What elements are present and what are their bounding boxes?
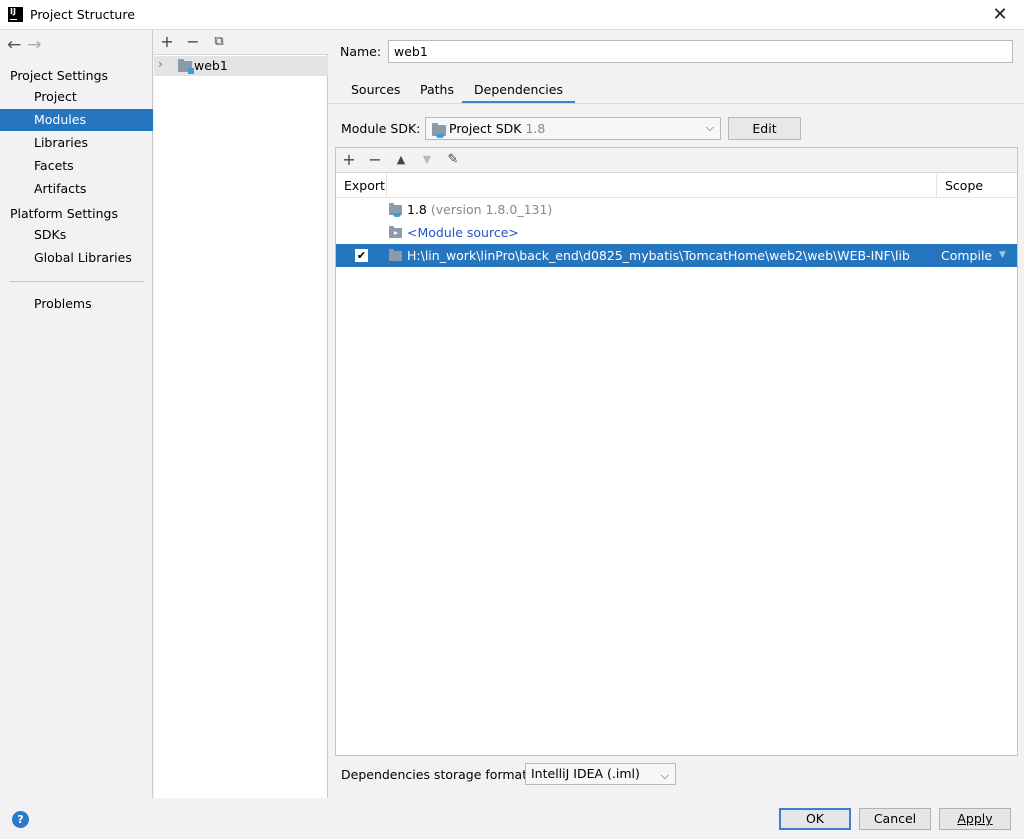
storage-format-label: Dependencies storage format: bbox=[341, 767, 532, 782]
scope-dropdown-icon[interactable]: ▼ bbox=[999, 244, 1006, 267]
dependencies-toolbar: + − ▲ ▼ ✎ bbox=[336, 148, 1017, 173]
help-icon[interactable]: ? bbox=[12, 811, 29, 828]
nav-item-project[interactable]: Project bbox=[0, 86, 153, 108]
add-icon[interactable]: + bbox=[157, 32, 177, 52]
title-bar: IJ Project Structure ✕ bbox=[0, 0, 1024, 30]
column-divider bbox=[386, 174, 387, 198]
table-row[interactable]: ✔ H:\lin_work\linPro\back_end\d0825_myba… bbox=[336, 244, 1017, 267]
dependency-name: <Module source> bbox=[407, 225, 519, 240]
storage-format-select[interactable]: IntelliJ IDEA (.iml) ⌵ bbox=[525, 763, 676, 785]
module-name-input[interactable]: web1 bbox=[388, 40, 1013, 63]
chevron-down-icon: ⌵ bbox=[705, 121, 714, 134]
close-icon[interactable]: ✕ bbox=[984, 0, 1016, 30]
window-title: Project Structure bbox=[30, 7, 135, 22]
forward-arrow-icon[interactable]: → bbox=[27, 35, 47, 55]
storage-format-value: IntelliJ IDEA (.iml) bbox=[531, 766, 640, 781]
module-details: Name: web1 Sources Paths Dependencies Mo… bbox=[329, 30, 1024, 798]
name-label: Name: bbox=[340, 44, 382, 59]
module-sdk-label: Module SDK: bbox=[341, 121, 421, 136]
sdk-folder-icon bbox=[432, 123, 446, 138]
module-source-icon bbox=[389, 226, 402, 238]
nav-item-modules[interactable]: Modules bbox=[0, 109, 153, 131]
copy-icon[interactable]: ⧉ bbox=[209, 32, 229, 52]
project-settings-heading: Project Settings bbox=[10, 68, 109, 83]
remove-dependency-icon[interactable]: − bbox=[365, 150, 385, 170]
export-column-header[interactable]: Export bbox=[344, 178, 385, 193]
scope-value[interactable]: Compile bbox=[941, 244, 992, 267]
nav-item-facets[interactable]: Facets bbox=[0, 155, 153, 177]
history-nav: ←→ bbox=[7, 35, 48, 55]
tab-paths[interactable]: Paths bbox=[420, 80, 454, 104]
module-folder-icon bbox=[178, 59, 194, 74]
module-tree-row[interactable]: › web1 bbox=[154, 56, 328, 76]
expand-chevron-icon[interactable]: › bbox=[158, 57, 163, 71]
ok-button[interactable]: OK bbox=[779, 808, 851, 830]
table-header: Export Scope bbox=[336, 174, 1017, 198]
nav-divider bbox=[10, 281, 144, 282]
edit-pencil-icon[interactable]: ✎ bbox=[443, 150, 463, 170]
chevron-down-icon: ⌵ bbox=[660, 769, 669, 782]
table-row[interactable]: 1.8 (version 1.8.0_131) bbox=[336, 198, 1017, 221]
dependency-name: H:\lin_work\linPro\back_end\d0825_mybati… bbox=[407, 248, 910, 263]
nav-item-sdks[interactable]: SDKs bbox=[0, 224, 153, 246]
tab-sources[interactable]: Sources bbox=[351, 80, 400, 104]
tab-dependencies[interactable]: Dependencies bbox=[462, 80, 575, 104]
module-label: web1 bbox=[194, 58, 228, 73]
tabs-divider bbox=[329, 103, 1024, 104]
back-arrow-icon[interactable]: ← bbox=[7, 35, 27, 55]
platform-settings-heading: Platform Settings bbox=[10, 206, 118, 221]
add-dependency-icon[interactable]: + bbox=[339, 150, 359, 170]
scope-column-header[interactable]: Scope bbox=[945, 178, 983, 193]
jdk-folder-icon bbox=[389, 203, 402, 217]
export-checkbox[interactable]: ✔ bbox=[355, 249, 368, 262]
dependency-name: 1.8 (version 1.8.0_131) bbox=[407, 202, 553, 217]
column-divider bbox=[936, 174, 937, 198]
apply-button[interactable]: Apply bbox=[939, 808, 1011, 830]
modules-toolbar: + − ⧉ bbox=[154, 30, 328, 55]
nav-item-artifacts[interactable]: Artifacts bbox=[0, 178, 153, 200]
cancel-button[interactable]: Cancel bbox=[859, 808, 931, 830]
settings-nav: ←→ Project Settings Project Modules Libr… bbox=[0, 30, 153, 798]
dialog-footer: ? OK Cancel Apply bbox=[0, 798, 1024, 839]
move-up-icon[interactable]: ▲ bbox=[391, 150, 411, 170]
edit-sdk-button[interactable]: Edit bbox=[728, 117, 801, 140]
nav-item-problems[interactable]: Problems bbox=[0, 293, 153, 315]
nav-item-libraries[interactable]: Libraries bbox=[0, 132, 153, 154]
intellij-logo-icon: IJ bbox=[8, 7, 23, 22]
modules-panel: + − ⧉ › web1 bbox=[154, 30, 328, 798]
library-folder-icon bbox=[389, 249, 402, 261]
module-sdk-select[interactable]: Project SDK 1.8 ⌵ bbox=[425, 117, 721, 140]
remove-icon[interactable]: − bbox=[183, 32, 203, 52]
dependencies-table: + − ▲ ▼ ✎ Export Scope 1.8 (version 1.8.… bbox=[335, 147, 1018, 756]
sdk-value: Project SDK 1.8 bbox=[449, 121, 546, 136]
nav-item-global-libraries[interactable]: Global Libraries bbox=[0, 247, 153, 269]
move-down-icon[interactable]: ▼ bbox=[417, 150, 437, 170]
table-row[interactable]: <Module source> bbox=[336, 221, 1017, 244]
